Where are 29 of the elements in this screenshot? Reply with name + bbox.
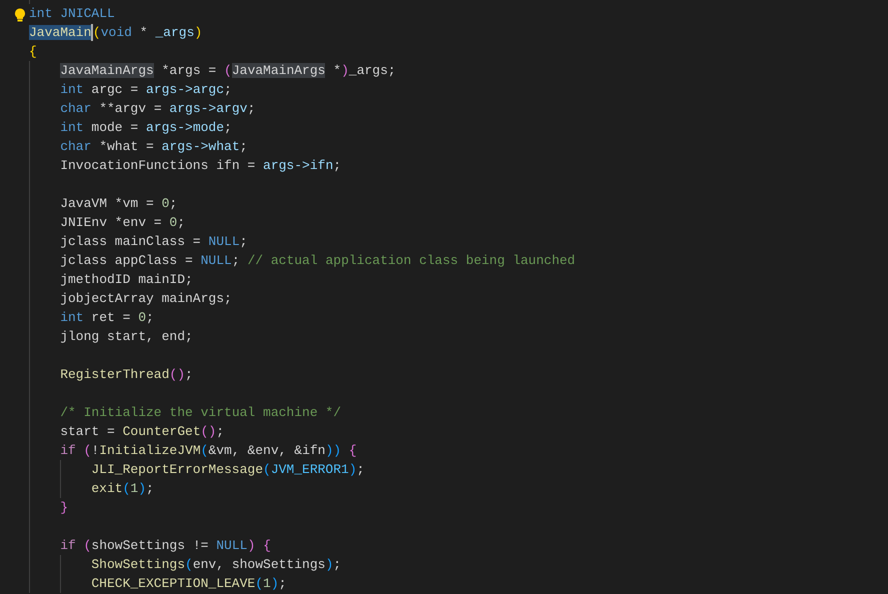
code-line: { [29,43,37,61]
code-line: char *what = args->what; [60,138,248,156]
code-line: } [60,499,68,517]
code-line: int ret = 0; [60,309,154,327]
code-line: exit(1); [91,480,154,498]
code-line: jclass appClass = NULL; // actual application class being launched [60,252,576,270]
code-line: JavaMain(void * _args) [29,23,202,42]
code-line: jmethodID mainID; [60,271,193,289]
code-line: CHECK_EXCEPTION_LEAVE(1); [91,575,286,593]
code-line: JavaVM *vm = 0; [60,195,178,213]
code-line: JavaMainArgs *args = (JavaMainArgs *)_args; [60,62,396,80]
code-line: int mode = args->mode; [60,119,232,137]
code-line: if (!InitializeJVM(&vm, &env, &ifn)) { [60,442,357,460]
lightbulb-icon[interactable] [14,8,26,22]
code-line: JLI_ReportErrorMessage(JVM_ERROR1); [91,461,364,479]
code-line: RegisterThread(); [60,366,193,384]
code-line: char **argv = args->argv; [60,100,256,118]
code-line: int JNICALL [29,5,115,23]
code-line: /* Initialize the virtual machine */ [60,404,342,422]
code-line: jclass mainClass = NULL; [60,233,248,251]
code-line: start = CounterGet(); [60,423,224,441]
code-line: InvocationFunctions ifn = args->ifn; [60,157,342,175]
text-cursor [91,24,93,42]
code-line: JNIEnv *env = 0; [60,214,186,232]
code-line: jobjectArray mainArgs; [60,290,232,308]
code-line: if (showSettings != NULL) { [60,537,271,555]
code-line: jlong start, end; [60,328,193,346]
code-line: int argc = args->argc; [60,81,232,99]
code-line: ShowSettings(env, showSettings); [91,556,342,574]
